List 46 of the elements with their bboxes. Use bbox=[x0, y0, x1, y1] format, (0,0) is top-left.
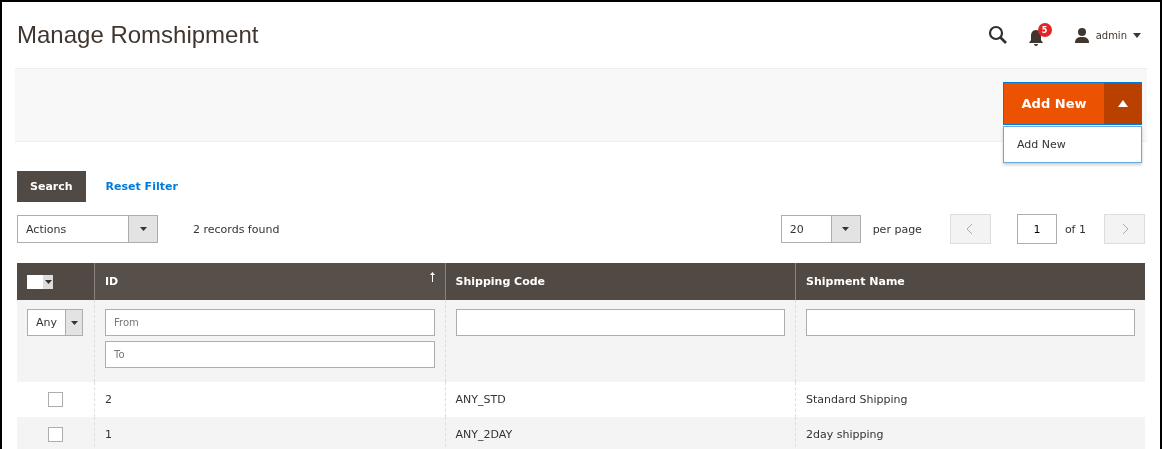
filter-from-field[interactable]: From bbox=[105, 309, 435, 336]
user-icon bbox=[1073, 27, 1090, 43]
previous-page-button[interactable] bbox=[949, 214, 991, 244]
sort-arrow-icon bbox=[429, 272, 435, 282]
user-menu[interactable]: admin bbox=[1073, 27, 1141, 43]
table-cell: Standard Shipping bbox=[806, 393, 908, 406]
page-title: Manage Romshipment bbox=[17, 21, 260, 49]
filter-select[interactable]: Any bbox=[27, 309, 83, 336]
menu-item[interactable]: Add New bbox=[1004, 127, 1141, 162]
filter-field[interactable] bbox=[455, 309, 786, 336]
bell-icon bbox=[1027, 29, 1044, 47]
caret-icon bbox=[1117, 100, 1128, 107]
records-count: 2 records found bbox=[193, 222, 280, 236]
page-count: of 1 bbox=[1064, 222, 1086, 236]
caret-icon bbox=[1133, 32, 1141, 38]
caret-icon bbox=[70, 320, 78, 325]
row-checkbox[interactable] bbox=[48, 392, 63, 407]
reset-filter-link[interactable]: Reset Filter bbox=[105, 180, 178, 193]
filter-field[interactable] bbox=[806, 309, 1135, 336]
table-cell: 1 bbox=[105, 428, 112, 441]
table-cell: ANY_2DAY bbox=[455, 428, 513, 441]
caret-icon bbox=[44, 279, 52, 284]
column-header[interactable]: Shipment Name bbox=[795, 263, 1145, 300]
filter-to-field[interactable]: To bbox=[105, 341, 435, 368]
table-cell: ANY_STD bbox=[455, 393, 506, 406]
mass-select-checkbox[interactable] bbox=[27, 274, 53, 289]
next-page-button[interactable] bbox=[1104, 214, 1145, 244]
chevron-left-icon bbox=[967, 224, 974, 234]
row-checkbox[interactable] bbox=[48, 427, 63, 442]
table-cell: 2day shipping bbox=[806, 428, 884, 441]
add-new-toggle[interactable] bbox=[1104, 83, 1141, 124]
caret-icon bbox=[842, 227, 850, 231]
caret-icon bbox=[139, 227, 147, 231]
notifications-button[interactable]: 5 bbox=[1027, 23, 1054, 47]
actions-select[interactable]: Actions bbox=[17, 215, 158, 243]
search-icon[interactable] bbox=[987, 25, 1008, 45]
per-page-label: per page bbox=[872, 222, 922, 236]
page-input[interactable]: 1 bbox=[1016, 214, 1057, 244]
chevron-right-icon bbox=[1121, 224, 1128, 234]
notification-badge: 5 bbox=[1037, 23, 1052, 37]
per-page-select[interactable]: 20 bbox=[780, 215, 861, 243]
table-cell: 2 bbox=[105, 393, 112, 406]
search-button[interactable]: Search bbox=[17, 171, 86, 202]
column-header[interactable]: ID bbox=[94, 263, 445, 300]
column-header[interactable]: Shipping Code bbox=[445, 263, 796, 300]
add-new-button[interactable]: Add New bbox=[1004, 83, 1104, 124]
